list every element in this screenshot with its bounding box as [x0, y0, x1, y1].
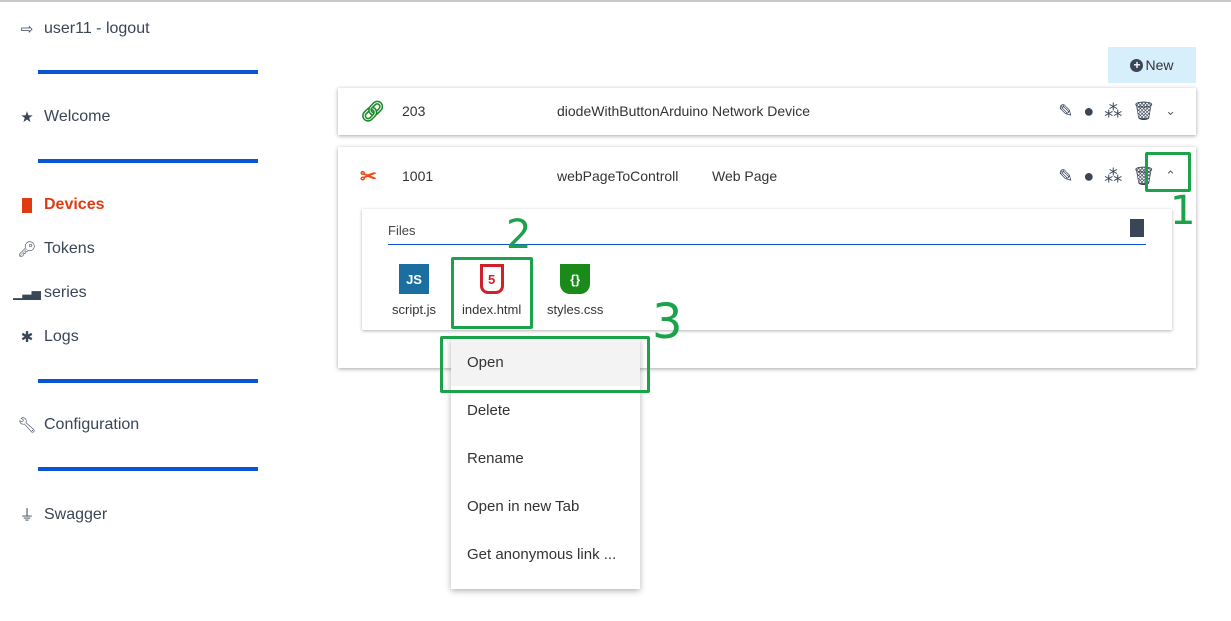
- edit-icon[interactable]: ✎: [1058, 166, 1073, 187]
- comments-icon[interactable]: ⁂: [1104, 166, 1122, 187]
- file-script-js[interactable]: JS script.js: [392, 264, 436, 317]
- menu-item-rename[interactable]: Rename: [451, 434, 640, 482]
- sidebar-item-logs[interactable]: ✱ Logs: [18, 328, 79, 346]
- link-icon: 🔗︎: [360, 100, 386, 123]
- menu-item-anonymous-link[interactable]: Get anonymous link ...: [451, 530, 640, 578]
- bar-chart-icon: ▁▃▅: [13, 286, 41, 300]
- sidebar-item-devices[interactable]: Devices: [18, 196, 105, 214]
- annotation-number: 1: [1170, 188, 1196, 234]
- js-icon: JS: [399, 264, 430, 294]
- plug-icon: ⏚: [19, 507, 35, 524]
- edit-icon[interactable]: ✎: [1058, 101, 1073, 122]
- chevron-down-icon[interactable]: ⌄: [1165, 103, 1176, 119]
- annotation-box: [440, 336, 650, 393]
- file-styles-css[interactable]: {} styles.css: [547, 264, 603, 317]
- annotation-box: [451, 257, 533, 329]
- new-device-button[interactable]: + New: [1108, 47, 1196, 83]
- sign-out-icon: ⇨: [20, 21, 34, 38]
- device-row: 🔗︎ 203 diodeWithButtonArduino Network De…: [338, 88, 1196, 135]
- divider: [388, 244, 1146, 245]
- menu-item-delete[interactable]: Delete: [451, 386, 640, 434]
- trash-icon[interactable]: 🗑︎: [1132, 101, 1155, 122]
- key-icon: 🔑︎: [17, 241, 37, 258]
- divider: [38, 70, 258, 74]
- annotation-number: 3: [652, 294, 683, 350]
- star-icon: ★: [20, 109, 34, 126]
- logout-link[interactable]: ⇨ user11 - logout: [18, 20, 150, 38]
- annotation-box: [1145, 152, 1191, 192]
- plus-circle-icon: +: [1130, 58, 1144, 72]
- divider: [38, 467, 258, 471]
- wrench-icon: 🔧︎: [17, 417, 37, 434]
- divider: [38, 159, 258, 163]
- sidebar-item-welcome[interactable]: ★ Welcome: [18, 108, 110, 126]
- css-icon: {}: [560, 264, 591, 294]
- comment-icon[interactable]: ●: [1083, 166, 1094, 187]
- divider: [38, 379, 258, 383]
- annotation-number: 2: [506, 212, 532, 258]
- sidebar-item-tokens[interactable]: 🔑︎ Tokens: [17, 240, 94, 258]
- sidebar-item-configuration[interactable]: 🔧︎ Configuration: [17, 416, 139, 434]
- menu-item-open-new-tab[interactable]: Open in new Tab: [451, 482, 640, 530]
- broken-link-icon: ✂: [360, 165, 377, 188]
- sidebar-item-series[interactable]: ▁▃▅ series: [13, 284, 87, 302]
- comments-icon[interactable]: ⁂: [1104, 101, 1122, 122]
- sidebar-item-swagger[interactable]: ⏚ Swagger: [18, 504, 107, 525]
- comment-icon[interactable]: ●: [1083, 101, 1094, 122]
- bug-icon: ✱: [20, 329, 34, 346]
- chip-icon: [18, 197, 36, 213]
- new-file-icon[interactable]: [1130, 219, 1144, 237]
